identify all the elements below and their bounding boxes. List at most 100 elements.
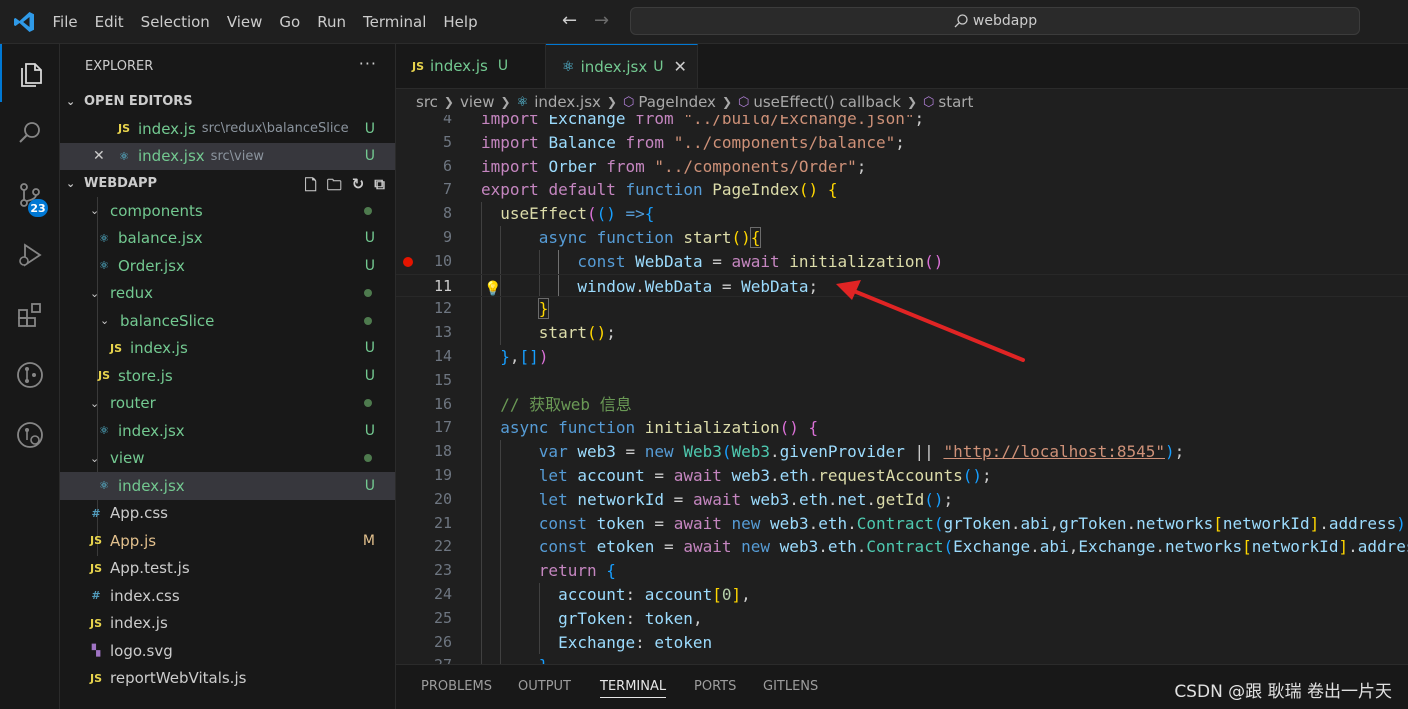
activity-bar: 23	[0, 44, 60, 709]
tree-folder[interactable]: ⌄ components	[60, 197, 395, 225]
file-name: balance.jsx	[118, 229, 203, 248]
more-actions-icon[interactable]: ···	[359, 54, 377, 73]
line-number: 23	[433, 561, 452, 580]
code-editor[interactable]: 4 import Exchange from "../build/Exchange…	[396, 115, 1408, 664]
tab-terminal[interactable]: TERMINAL	[600, 679, 667, 698]
code-line: 9 async function start(){	[396, 226, 1408, 250]
close-icon[interactable]: ✕	[93, 148, 105, 164]
source-control-activity[interactable]: 23	[0, 166, 60, 224]
close-tab-icon[interactable]: ✕	[673, 57, 686, 76]
chevron-down-icon: ⌄	[66, 177, 76, 190]
menu-edit[interactable]: Edit	[86, 13, 132, 31]
code-text: import Orber from "../components/Order";	[481, 156, 867, 176]
extensions-activity[interactable]	[0, 286, 60, 344]
chevron-down-icon: ⌄	[90, 396, 100, 410]
line-number: 26	[433, 632, 452, 651]
git-modified-dot	[364, 454, 372, 463]
tree-file[interactable]: JS index.js	[60, 610, 395, 638]
file-name: App.js	[110, 531, 157, 550]
back-arrow-icon[interactable]: ←	[562, 10, 577, 31]
explorer-title: EXPLORER	[85, 58, 154, 74]
explorer-activity[interactable]	[0, 44, 60, 102]
menu-file[interactable]: File	[44, 13, 86, 31]
tree-file[interactable]: ⚛ index.jsx U	[60, 417, 395, 445]
line-number: 22	[433, 537, 452, 556]
line-number: 27	[396, 654, 452, 664]
tree-file[interactable]: JS reportWebVitals.js	[60, 665, 395, 693]
breadcrumb-item[interactable]: src	[416, 93, 438, 111]
tree-file[interactable]: # index.css	[60, 582, 395, 610]
breadcrumb-item[interactable]: PageIndex	[638, 93, 716, 111]
css-file-icon: #	[91, 506, 101, 520]
line-number: 25	[433, 608, 452, 627]
file-name: Order.jsx	[118, 256, 185, 275]
code-text: const token = await new web3.eth.Contrac…	[538, 513, 1406, 533]
menu-terminal[interactable]: Terminal	[355, 13, 435, 31]
tree-file[interactable]: JS App.js M	[60, 527, 395, 555]
tab-output[interactable]: OUTPUT	[518, 679, 571, 694]
menu-selection[interactable]: Selection	[132, 13, 218, 31]
code-text: useEffect(() =>{	[500, 204, 655, 224]
menu-go[interactable]: Go	[271, 13, 309, 31]
open-editor-item[interactable]: ✕ ⚛ index.jsx src\view U	[60, 142, 395, 170]
forward-arrow-icon[interactable]: →	[594, 10, 609, 31]
react-file-icon: ⚛	[516, 94, 529, 110]
git-modified-dot	[364, 399, 372, 408]
tree-folder[interactable]: ⌄ balanceSlice	[60, 307, 395, 335]
chevron-right-icon: ❯	[906, 95, 918, 109]
file-tree: ⌄ components ⚛ balance.jsx U ⚛ Order.jsx…	[60, 197, 395, 692]
symbol-method-icon: ⬡	[923, 94, 935, 110]
vscode-logo-icon[interactable]	[12, 10, 36, 34]
code-text: async function initialization() {	[500, 418, 819, 438]
tree-file[interactable]: JS store.js U	[60, 362, 395, 390]
tree-file[interactable]: # App.css	[60, 500, 395, 528]
file-name: index.js	[110, 614, 168, 633]
code-line: 22 const etoken = await new web3.eth.Con…	[396, 535, 1408, 560]
gitlens-inspect-icon	[17, 422, 43, 448]
gitlens-inspect-activity[interactable]	[0, 406, 60, 464]
menu-run[interactable]: Run	[309, 13, 355, 31]
breadcrumb-item[interactable]: index.jsx	[534, 93, 601, 111]
git-status: U	[364, 148, 375, 165]
file-name: logo.svg	[110, 641, 173, 660]
tree-folder[interactable]: ⌄ redux	[60, 280, 395, 308]
breadcrumb-item[interactable]: start	[938, 93, 973, 111]
code-text: import Exchange from "../build/Exchange.…	[481, 115, 925, 128]
breadcrumb-item[interactable]: useEffect() callback	[753, 93, 901, 111]
run-debug-activity[interactable]	[0, 226, 60, 284]
line-number: 6	[442, 156, 452, 175]
tree-file[interactable]: ▚ logo.svg	[60, 637, 395, 665]
gitlens-activity[interactable]	[0, 346, 60, 404]
chevron-down-icon: ⌄	[100, 314, 110, 328]
workspace-section[interactable]: ⌄ WEBDAPP 🗋 🗀 ↻ ⧉	[60, 170, 395, 197]
symbol-method-icon: ⬡	[738, 94, 750, 110]
folder-name: router	[110, 394, 156, 413]
open-editors-section[interactable]: ⌄ OPEN EDITORS	[60, 88, 395, 115]
command-center-search[interactable]: webdapp	[630, 7, 1360, 35]
git-status: U	[364, 477, 375, 494]
tab-ports[interactable]: PORTS	[694, 679, 736, 694]
tree-file[interactable]: JS index.js U	[60, 335, 395, 363]
line-number: 7	[442, 180, 452, 199]
tab-gitlens[interactable]: GITLENS	[763, 679, 818, 694]
tree-file[interactable]: ⚛ Order.jsx U	[60, 252, 395, 280]
tree-file-active[interactable]: ⚛ index.jsx U	[60, 472, 395, 500]
tree-folder[interactable]: ⌄ router	[60, 390, 395, 418]
code-line: 18 var web3 = new Web3(Web3.givenProvide…	[396, 440, 1408, 464]
tree-file[interactable]: JS App.test.js	[60, 555, 395, 583]
code-text: return {	[538, 561, 616, 581]
tab-index-jsx[interactable]: ⚛ index.jsx U ✕	[546, 44, 698, 88]
command-center-label: webdapp	[972, 13, 1038, 29]
code-line: 15	[396, 368, 1408, 393]
menu-view[interactable]: View	[218, 13, 271, 31]
menu-help[interactable]: Help	[435, 13, 486, 31]
git-status: M	[362, 532, 375, 549]
breadcrumb-item[interactable]: view	[460, 93, 495, 111]
open-editor-item[interactable]: JS index.js src\redux\balanceSlice U	[60, 115, 395, 143]
tab-problems[interactable]: PROBLEMS	[421, 679, 492, 694]
git-modified-dot	[364, 206, 372, 215]
tree-file[interactable]: ⚛ balance.jsx U	[60, 225, 395, 253]
tab-index-js[interactable]: JS index.js U	[396, 44, 546, 88]
search-activity[interactable]	[0, 104, 60, 162]
tree-folder[interactable]: ⌄ view	[60, 445, 395, 473]
